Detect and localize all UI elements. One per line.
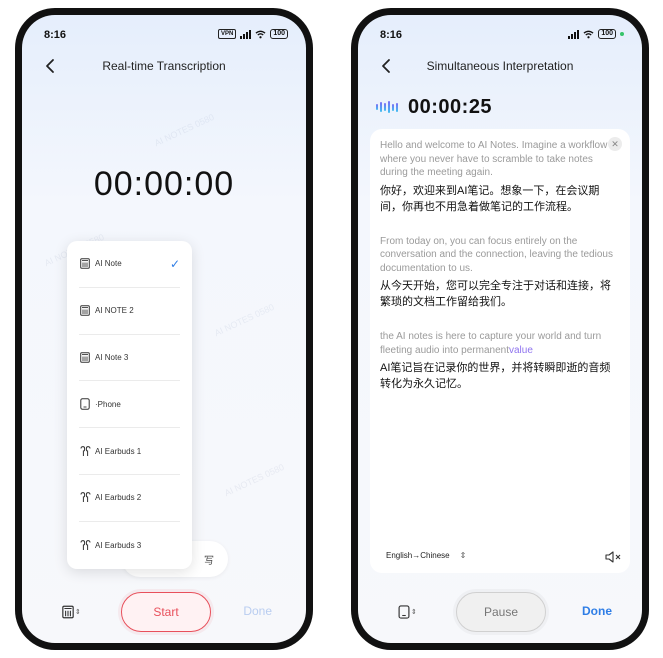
- bottom-bar: ⇕ Start Done: [22, 589, 306, 633]
- device-option[interactable]: AI NOTE 2: [79, 288, 180, 335]
- recorder-icon: [79, 258, 91, 270]
- device-dropdown: AI Note ✓ AI NOTE 2 AI Note 3 ·Phone AI …: [67, 241, 192, 569]
- device-option-label: AI Note: [95, 259, 122, 269]
- language-selector[interactable]: English→Chinese ⇕: [386, 551, 466, 560]
- battery-icon: 100: [598, 29, 616, 39]
- phone-icon: [79, 398, 91, 410]
- earbuds-icon: [79, 539, 91, 551]
- pause-button[interactable]: Pause: [456, 592, 546, 632]
- device-option[interactable]: AI Earbuds 2: [79, 475, 180, 522]
- device-option[interactable]: ·Phone: [79, 381, 180, 429]
- screen-simultaneous-interpretation: 8:16 100 Simultaneous Interpretation 00:…: [358, 15, 642, 643]
- status-bar: 8:16 100: [380, 29, 624, 43]
- signal-icon: [240, 29, 252, 39]
- page-title: Simultaneous Interpretation: [426, 59, 574, 73]
- device-option[interactable]: AI Earbuds 1: [79, 428, 180, 475]
- device-option-label: AI Earbuds 2: [95, 493, 142, 503]
- source-text: the AI notes is here to capture your wor…: [380, 330, 616, 357]
- vpn-icon: VPN: [217, 29, 237, 39]
- transcript-segment: Hello and welcome to AI Notes. Imagine a…: [380, 139, 616, 215]
- recorder-icon: [62, 605, 74, 619]
- start-button[interactable]: Start: [121, 592, 211, 632]
- recording-indicator-icon: [620, 32, 624, 36]
- live-timer: 00:00:25: [376, 95, 492, 119]
- wifi-icon: [583, 30, 594, 38]
- signal-icon: [568, 29, 580, 39]
- phone-icon: [398, 605, 410, 619]
- device-option-label: AI NOTE 2: [95, 306, 134, 316]
- status-time: 8:16: [44, 29, 67, 41]
- mode-pill-label: 写: [204, 556, 214, 567]
- language-pair-label: English→Chinese: [386, 551, 450, 560]
- screen-realtime-transcription: AI NOTES 0580 AI NOTES 0580 AI NOTES 058…: [22, 15, 306, 643]
- page-title: Real-time Transcription: [102, 59, 226, 73]
- device-select-button[interactable]: ⇕: [398, 603, 422, 621]
- elapsed-time: 00:00:25: [408, 95, 493, 118]
- device-option[interactable]: AI Note 3: [79, 335, 180, 382]
- device-option-label: AI Earbuds 1: [95, 446, 142, 456]
- earbuds-icon: [79, 445, 91, 457]
- device-option-label: ·Phone: [95, 399, 121, 409]
- translated-text: 你好，欢迎来到AI笔记。想象一下，在会议期间，你再也不用急着做笔记的工作流程。: [380, 184, 600, 213]
- nav-bar: Real-time Transcription: [22, 55, 306, 79]
- translated-text: AI笔记旨在记录你的世界，并将转瞬即逝的音频转化为永久记忆。: [380, 362, 611, 390]
- up-down-chevron-icon: ⇕: [411, 609, 417, 616]
- source-text: From today on, you can focus entirely on…: [380, 235, 613, 274]
- up-down-chevron-icon: ⇕: [75, 609, 81, 616]
- close-icon[interactable]: ✕: [608, 137, 622, 151]
- checkmark-icon: ✓: [169, 257, 180, 271]
- status-time: 8:16: [380, 29, 403, 41]
- speaker-mute-icon[interactable]: [604, 549, 622, 565]
- phone-frame-right: 8:16 100 Simultaneous Interpretation 00:…: [351, 8, 649, 650]
- earbuds-icon: [79, 492, 91, 504]
- recording-timer: 00:00:00: [93, 165, 235, 203]
- source-text: Hello and welcome to AI Notes. Imagine a…: [380, 140, 608, 178]
- status-bar: 8:16 VPN 100: [44, 29, 288, 43]
- recorder-icon: [79, 351, 91, 363]
- translated-text: 从今天开始，您可以完全专注于对话和连接，将繁琐的文档工作留给我们。: [380, 280, 611, 308]
- device-option[interactable]: AI Note ✓: [79, 241, 180, 288]
- status-icons: VPN 100: [217, 29, 288, 39]
- done-button[interactable]: Done: [243, 604, 272, 618]
- watermark: AI NOTES 0580: [212, 301, 276, 339]
- transcript-segment: From today on, you can focus entirely on…: [380, 235, 616, 311]
- source-text-body: the AI notes is here to capture your wor…: [380, 331, 602, 356]
- transcript-card: ✕ Hello and welcome to AI Notes. Imagine…: [370, 129, 630, 573]
- up-down-chevron-icon: ⇕: [459, 551, 467, 560]
- device-option[interactable]: AI Earbuds 3: [79, 522, 180, 569]
- device-select-button[interactable]: ⇕: [62, 603, 86, 621]
- bottom-bar: ⇕ Pause Done: [358, 589, 642, 633]
- transcript-segment: the AI notes is here to capture your wor…: [380, 330, 616, 392]
- status-icons: 100: [568, 29, 624, 39]
- device-option-label: AI Note 3: [95, 352, 129, 362]
- nav-bar: Simultaneous Interpretation: [358, 55, 642, 79]
- waveform-icon: [376, 101, 398, 113]
- watermark: AI NOTES 0580: [222, 461, 286, 499]
- device-option-label: AI Earbuds 3: [95, 540, 142, 550]
- done-button[interactable]: Done: [582, 604, 612, 618]
- watermark: AI NOTES 0580: [152, 111, 216, 149]
- battery-icon: 100: [270, 29, 288, 39]
- phone-frame-left: AI NOTES 0580 AI NOTES 0580 AI NOTES 058…: [15, 8, 313, 650]
- language-row: English→Chinese ⇕: [382, 543, 630, 573]
- wifi-icon: [255, 30, 266, 38]
- live-highlight-word: value: [508, 344, 533, 356]
- recorder-icon: [79, 305, 91, 317]
